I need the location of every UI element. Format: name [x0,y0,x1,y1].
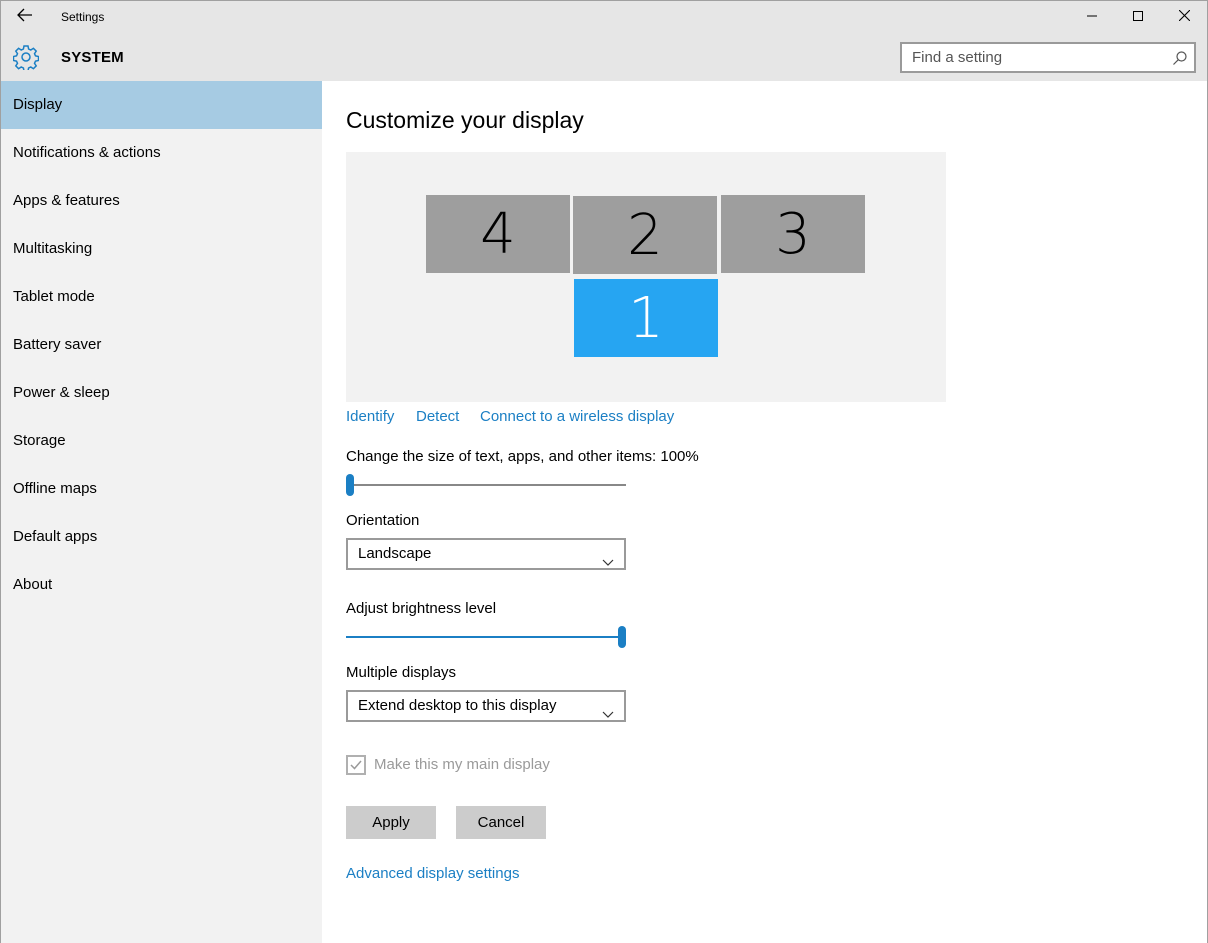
search-box[interactable] [900,42,1196,73]
scale-slider-thumb[interactable] [346,474,354,496]
sidebar-item-power-sleep[interactable]: Power & sleep [1,369,322,417]
title-bar: Settings [1,1,1207,33]
monitor-3[interactable]: 3 [721,195,865,273]
minimize-button[interactable] [1069,1,1115,33]
settings-window: Settings SYSTEM Find a setting Display N… [0,0,1208,943]
multiple-displays-value: Extend desktop to this display [358,697,557,714]
brightness-label: Adjust brightness level [346,600,497,617]
orientation-label: Orientation [346,512,420,529]
sidebar-item-battery-saver[interactable]: Battery saver [1,321,322,369]
gear-icon [12,44,40,72]
sidebar-item-storage[interactable]: Storage [1,417,322,465]
apply-button[interactable]: Apply [346,806,436,839]
section-title: SYSTEM [61,49,124,66]
maximize-icon [1133,8,1143,26]
monitor-arrangement: 4 2 3 1 [346,152,946,402]
brightness-slider-thumb[interactable] [618,626,626,648]
back-arrow-icon [17,8,33,27]
sidebar-item-display[interactable]: Display [1,81,322,129]
close-icon [1178,8,1190,26]
main-display-label: Make this my main display [374,756,550,773]
chevron-down-icon [602,701,614,718]
sidebar-item-notifications[interactable]: Notifications & actions [1,129,322,177]
sidebar: Display Notifications & actions Apps & f… [1,81,322,943]
maximize-button[interactable] [1115,1,1161,33]
scale-slider-track [346,484,626,486]
settings-header: SYSTEM [1,33,1207,81]
advanced-display-settings-link[interactable]: Advanced display settings [346,865,519,882]
back-button[interactable] [9,5,41,29]
multiple-displays-select[interactable]: Extend desktop to this display [346,690,626,722]
multiple-displays-label: Multiple displays [346,664,457,681]
scale-label: Change the size of text, apps, and other… [346,448,699,465]
sidebar-item-about[interactable]: About [1,561,322,609]
brightness-slider[interactable] [346,625,626,649]
monitor-1[interactable]: 1 [574,279,718,357]
scale-slider[interactable] [346,473,626,497]
orientation-value: Landscape [358,545,432,562]
cancel-button[interactable]: Cancel [456,806,546,839]
detect-link[interactable]: Detect [416,408,459,425]
sidebar-item-default-apps[interactable]: Default apps [1,513,322,561]
main-content: Customize your display 4 2 3 1 Identify … [322,81,1207,943]
chevron-down-icon [602,549,614,566]
app-title: Settings [61,10,105,24]
sidebar-item-apps-features[interactable]: Apps & features [1,177,322,225]
minimize-icon [1087,8,1097,26]
monitor-2[interactable]: 2 [573,196,717,274]
identify-link[interactable]: Identify [346,408,394,425]
sidebar-item-multitasking[interactable]: Multitasking [1,225,322,273]
sidebar-item-offline-maps[interactable]: Offline maps [1,465,322,513]
orientation-select[interactable]: Landscape [346,538,626,570]
search-icon[interactable] [1172,50,1188,66]
page-title: Customize your display [346,107,584,133]
sidebar-item-tablet-mode[interactable]: Tablet mode [1,273,322,321]
main-display-checkbox[interactable] [346,755,366,775]
wireless-display-link[interactable]: Connect to a wireless display [480,408,674,425]
brightness-slider-fill [346,636,622,638]
monitor-4[interactable]: 4 [426,195,570,273]
search-input[interactable] [902,44,1164,71]
close-button[interactable] [1161,1,1207,33]
